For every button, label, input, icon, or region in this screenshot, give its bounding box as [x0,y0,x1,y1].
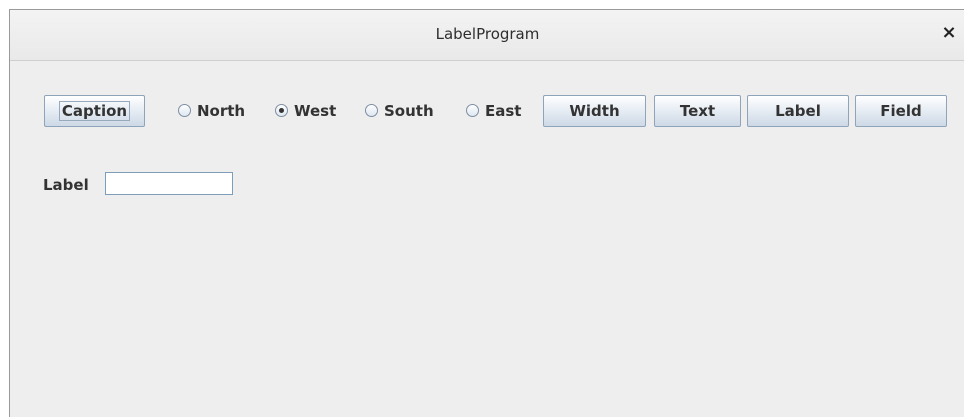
radio-south-indicator [365,104,378,117]
radio-east-label: East [485,102,522,120]
title-bar: LabelProgram × [10,10,964,61]
close-icon[interactable]: × [939,22,959,44]
content-panel: Caption North West South East Width Text… [10,61,964,417]
radio-west-indicator [275,104,288,117]
caption-button[interactable]: Caption [44,95,145,127]
text-button[interactable]: Text [654,95,741,127]
radio-north[interactable]: North [178,102,245,120]
radio-north-label: North [197,102,246,120]
text-field[interactable] [105,172,233,195]
width-button-label: Width [569,102,620,120]
window-title: LabelProgram [435,25,540,43]
radio-east-indicator [466,104,479,117]
radio-east[interactable]: East [466,102,521,120]
radio-north-indicator [178,104,191,117]
label-button-label: Label [775,102,821,120]
field-button-label: Field [880,102,922,120]
app-window: LabelProgram × Caption North West South … [9,9,964,417]
radio-south[interactable]: South [365,102,434,120]
field-button[interactable]: Field [855,95,947,127]
label-button[interactable]: Label [747,95,849,127]
field-label: Label [43,176,89,194]
radio-west[interactable]: West [275,102,336,120]
caption-button-label: Caption [58,101,131,121]
text-button-label: Text [679,102,716,120]
radio-south-label: South [384,102,434,120]
width-button[interactable]: Width [543,95,646,127]
radio-west-label: West [294,102,337,120]
